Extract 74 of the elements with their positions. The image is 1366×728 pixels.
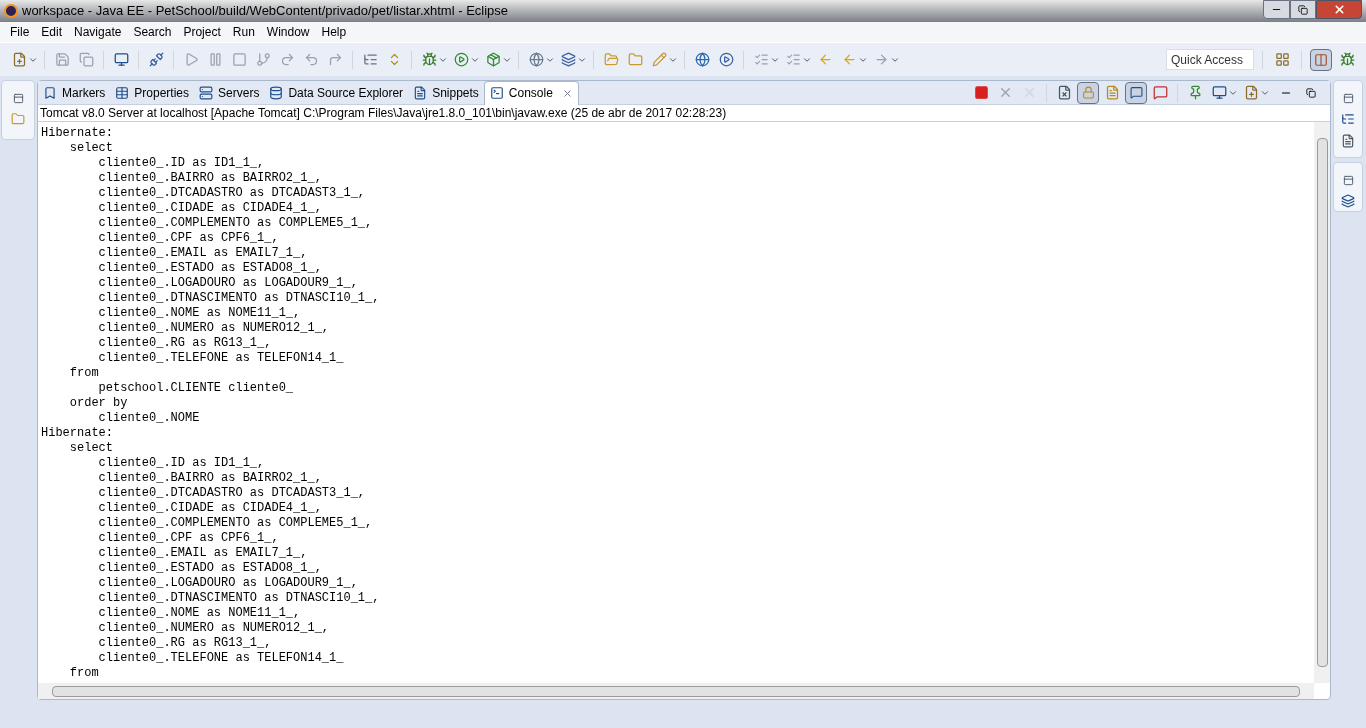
task-list-icon[interactable] xyxy=(1341,134,1355,148)
console-line: cliente0_.DTCADASTRO as DTCADAST3_1_, xyxy=(97,186,366,201)
console-line: from xyxy=(68,666,99,681)
servers-icon xyxy=(199,85,214,100)
view-tab[interactable]: Properties xyxy=(110,80,195,105)
properties-icon xyxy=(115,85,130,100)
window-title: workspace - Java EE - PetSchool/build/WebContent/privado/pet/listar.xhtml - Eclipse xyxy=(22,2,509,21)
console-line: cliente0_.TELEFONE as TELEFON14_1_ xyxy=(97,651,344,666)
restore-icon[interactable] xyxy=(1342,93,1354,104)
console-line: cliente0_.LOGADOURO as LOGADOUR9_1_, xyxy=(97,576,358,591)
console-line: cliente0_.BAIRRO as BAIRRO2_1_, xyxy=(97,471,322,486)
menu-item[interactable]: Run xyxy=(226,23,261,41)
console-line: cliente0_.DTNASCIMENTO as DTNASCI10_1_, xyxy=(97,291,380,306)
console-line: select xyxy=(68,141,113,156)
console-line: Hibernate: xyxy=(41,126,113,141)
console-line: cliente0_.ESTADO as ESTADO8_1_, xyxy=(97,261,322,276)
close-icon xyxy=(561,87,573,99)
console-line: cliente0_.NOME as NOME11_1_, xyxy=(97,306,301,321)
console-line: cliente0_.LOGADOURO as LOGADOUR9_1_, xyxy=(97,276,358,291)
close-button[interactable] xyxy=(1316,0,1362,19)
console-line: cliente0_.DTCADASTRO as DTCADAST3_1_, xyxy=(97,486,366,501)
console-line: cliente0_.CPF as CPF6_1_, xyxy=(97,231,279,246)
lock-icon xyxy=(1081,86,1095,99)
view-tab[interactable]: Markers xyxy=(38,80,111,105)
eclipse-logo-icon xyxy=(4,4,18,18)
view-tab[interactable]: Snippets xyxy=(408,80,484,105)
snippets-icon xyxy=(413,85,428,100)
quick-access-field[interactable]: Quick Access xyxy=(1166,49,1254,70)
view-tab[interactable]: Console xyxy=(483,80,579,105)
console-line: cliente0_.NUMERO as NUMERO12_1_, xyxy=(97,621,330,636)
minimize-button[interactable] xyxy=(1263,0,1290,19)
restore-icon xyxy=(1298,4,1308,15)
speech-bubble-icon xyxy=(1129,86,1143,99)
console-icon xyxy=(489,86,504,100)
console-line: cliente0_.RG as RG13_1_, xyxy=(97,336,272,351)
console-line: cliente0_.COMPLEMENTO as COMPLEME5_1_, xyxy=(97,516,373,531)
menu-item[interactable]: Window xyxy=(260,23,316,41)
console-line: Hibernate: xyxy=(41,426,113,441)
view-tab[interactable]: Servers xyxy=(194,80,265,105)
menu-item[interactable]: Edit xyxy=(35,23,69,41)
close-icon xyxy=(1332,3,1346,16)
menu-item[interactable]: Search xyxy=(127,23,178,41)
console-line: cliente0_.NOME xyxy=(97,411,200,426)
console-line: cliente0_.EMAIL as EMAIL7_1_, xyxy=(97,246,308,261)
menu-item[interactable]: File xyxy=(4,23,36,41)
console-line: cliente0_.ID as ID1_1_, xyxy=(97,456,265,471)
console-line: cliente0_.RG as RG13_1_, xyxy=(97,636,272,651)
scroll-lock-button[interactable] xyxy=(1077,81,1099,104)
console-line: select xyxy=(68,441,113,456)
menu-item[interactable]: Project xyxy=(177,23,227,41)
java-ee-perspective-button[interactable] xyxy=(1310,48,1332,71)
console-line: cliente0_.NOME as NOME11_1_, xyxy=(97,606,301,621)
menu-item[interactable]: Help xyxy=(315,23,353,41)
console-line: cliente0_.COMPLEMENTO as COMPLEME5_1_, xyxy=(97,216,373,231)
console-line: from xyxy=(68,366,99,381)
console-line: cliente0_.ID as ID1_1_, xyxy=(97,156,265,171)
maximize-button[interactable] xyxy=(1290,0,1316,19)
console-line: cliente0_.TELEFONE as TELEFON14_1_ xyxy=(97,351,344,366)
console-line: cliente0_.CPF as CPF6_1_, xyxy=(97,531,279,546)
console-header: Tomcat v8.0 Server at localhost [Apache Tomcat] C:\Program Files\Java\jre1.8.0_101\bin\javaw.exe (25 de abr de 2017 02:28:23) xyxy=(39,105,728,121)
console-line: cliente0_.ESTADO as ESTADO8_1_, xyxy=(97,561,322,576)
console-line: cliente0_.CIDADE as CIDADE4_1_, xyxy=(97,201,322,216)
show-console-on-output-button[interactable] xyxy=(1125,81,1147,104)
view-tab[interactable]: Data Source Explorer xyxy=(264,80,409,105)
console-line: cliente0_.NUMERO as NUMERO12_1_, xyxy=(97,321,330,336)
console-line: cliente0_.EMAIL as EMAIL7_1_, xyxy=(97,546,308,561)
restore-icon[interactable] xyxy=(1342,175,1354,186)
console-line: cliente0_.DTNASCIMENTO as DTNASCI10_1_, xyxy=(97,591,380,606)
restore-icon[interactable] xyxy=(12,93,24,104)
console-line: cliente0_.CIDADE as CIDADE4_1_, xyxy=(97,501,322,516)
console-line: cliente0_.BAIRRO as BAIRRO2_1_, xyxy=(97,171,322,186)
menu-item[interactable]: Navigate xyxy=(68,23,128,41)
console-line: petschool.CLIENTE cliente0_ xyxy=(97,381,294,396)
console-line: order by xyxy=(68,396,128,411)
